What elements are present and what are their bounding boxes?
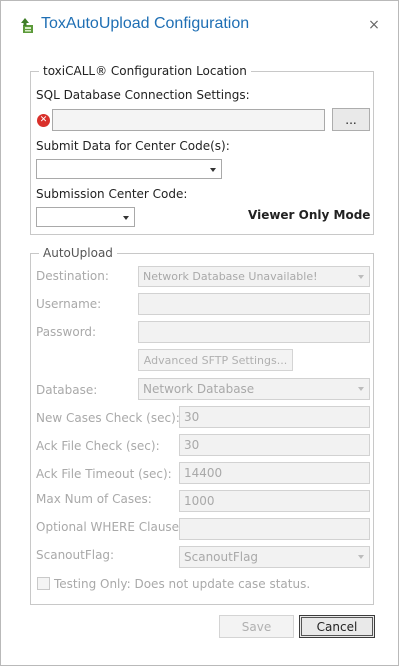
browse-button[interactable]: ... bbox=[332, 108, 370, 131]
testing-only-label: Testing Only: Does not update case statu… bbox=[54, 577, 311, 591]
close-icon[interactable]: × bbox=[366, 15, 382, 35]
submission-code-label: Submission Center Code: bbox=[36, 187, 188, 201]
window-title: ToxAutoUpload Configuration bbox=[41, 15, 250, 32]
ack-check-label: Ack File Check (sec): bbox=[36, 439, 160, 453]
database-value: Network Database bbox=[143, 382, 255, 396]
ack-timeout-label: Ack File Timeout (sec): bbox=[36, 467, 172, 481]
config-dialog: ToxAutoUpload Configuration × toxiCALL® … bbox=[0, 0, 399, 666]
where-clause-field[interactable] bbox=[179, 518, 370, 540]
scanout-flag-value: ScanoutFlag bbox=[184, 550, 259, 564]
password-label: Password: bbox=[36, 325, 97, 339]
destination-label: Destination: bbox=[36, 269, 109, 283]
destination-dropdown[interactable]: Network Database Unavailable! bbox=[138, 266, 370, 287]
submission-code-dropdown[interactable] bbox=[36, 207, 135, 227]
destination-value: Network Database Unavailable! bbox=[143, 270, 318, 283]
chevron-down-icon bbox=[358, 555, 364, 559]
chevron-down-icon bbox=[210, 168, 216, 172]
new-cases-field[interactable]: 30 bbox=[179, 406, 370, 428]
save-button[interactable]: Save bbox=[219, 615, 294, 638]
title-bar: ToxAutoUpload Configuration × bbox=[1, 1, 398, 51]
database-label: Database: bbox=[36, 383, 98, 397]
upload-icon bbox=[21, 18, 33, 33]
sql-settings-label: SQL Database Connection Settings: bbox=[36, 88, 250, 102]
center-codes-label: Submit Data for Center Code(s): bbox=[36, 139, 230, 153]
advanced-sftp-button[interactable]: Advanced SFTP Settings... bbox=[138, 349, 293, 371]
username-label: Username: bbox=[36, 297, 102, 311]
scanout-flag-label: ScanoutFlag: bbox=[36, 548, 115, 562]
chevron-down-icon bbox=[358, 275, 364, 279]
chevron-down-icon bbox=[123, 216, 129, 220]
error-circle-icon: ✕ bbox=[37, 114, 50, 127]
scanout-flag-dropdown[interactable]: ScanoutFlag bbox=[179, 546, 370, 568]
center-codes-dropdown[interactable] bbox=[36, 159, 222, 179]
viewer-only-label: Viewer Only Mode bbox=[248, 208, 371, 222]
auto-upload-legend: AutoUpload bbox=[43, 246, 113, 260]
ack-timeout-field[interactable]: 14400 bbox=[179, 462, 370, 484]
sql-connection-field[interactable] bbox=[52, 109, 325, 131]
chevron-down-icon bbox=[358, 387, 364, 391]
password-field[interactable] bbox=[138, 321, 370, 343]
config-location-legend: toxiCALL® Configuration Location bbox=[43, 64, 247, 78]
where-clause-label: Optional WHERE Clause: bbox=[36, 520, 184, 534]
new-cases-label: New Cases Check (sec): bbox=[36, 411, 180, 425]
max-cases-field[interactable]: 1000 bbox=[179, 490, 370, 512]
testing-only-checkbox[interactable] bbox=[37, 577, 50, 590]
cancel-button[interactable]: Cancel bbox=[299, 615, 375, 638]
max-cases-label: Max Num of Cases: bbox=[36, 492, 152, 506]
ack-check-field[interactable]: 30 bbox=[179, 434, 370, 456]
database-dropdown[interactable]: Network Database bbox=[138, 378, 370, 400]
username-field[interactable] bbox=[138, 293, 370, 315]
